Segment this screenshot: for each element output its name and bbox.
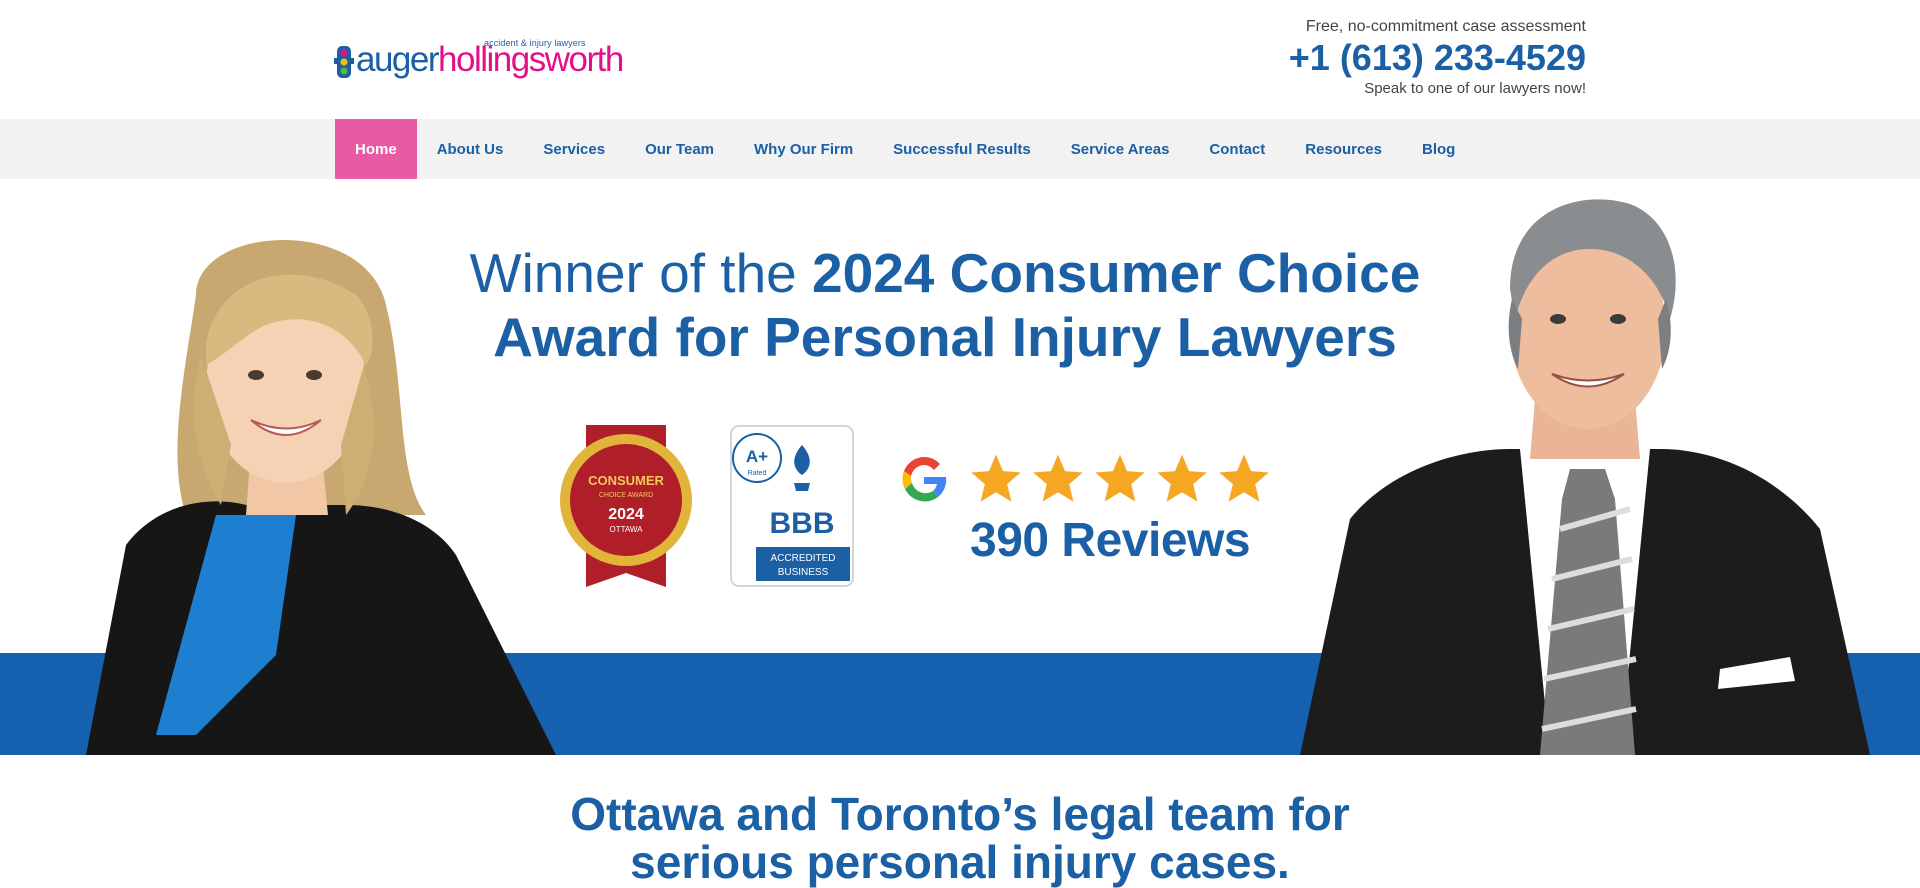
intro-heading-line2: serious personal injury cases. bbox=[630, 836, 1290, 888]
star-icon bbox=[1157, 454, 1207, 502]
logo-word-hollingsworth: hollingsworth bbox=[438, 40, 624, 79]
main-nav: Home About Us Services Our Team Why Our Firm… bbox=[0, 119, 1920, 179]
consumer-badge-city: OTTAWA bbox=[609, 525, 643, 534]
rating-stars bbox=[968, 451, 1272, 507]
nav-list: Home About Us Services Our Team Why Our Firm… bbox=[335, 119, 1475, 179]
nav-item-service-areas[interactable]: Service Areas bbox=[1051, 119, 1190, 179]
hero-headline-line1: Winner of the 2024 Consumer Choice bbox=[0, 241, 1890, 305]
traffic-light-icon bbox=[334, 46, 354, 78]
reviews-count: 390 Reviews bbox=[970, 514, 1251, 567]
star-icon bbox=[1219, 454, 1269, 502]
hero-headline-line2: Award for Personal Injury Lawyers bbox=[493, 306, 1397, 368]
bbb-accredited-line2: BUSINESS bbox=[778, 567, 829, 578]
nav-item-successful-results[interactable]: Successful Results bbox=[873, 119, 1051, 179]
intro-heading: Ottawa and Toronto’s legal team for seri… bbox=[0, 790, 1920, 886]
nav-item-about-us[interactable]: About Us bbox=[417, 119, 524, 179]
hero-banner: Winner of the 2024 Consumer Choice Award… bbox=[0, 179, 1920, 755]
consumer-badge-year: 2024 bbox=[608, 506, 644, 523]
site-header: accident & injury lawyers augerhollingsw… bbox=[0, 0, 1920, 119]
hero-headline-bold: 2024 Consumer Choice bbox=[812, 242, 1421, 304]
star-icon bbox=[971, 454, 1021, 502]
intro-heading-line1: Ottawa and Toronto’s legal team for bbox=[570, 788, 1350, 840]
bbb-accredited-line1: ACCREDITED bbox=[770, 553, 835, 564]
nav-item-our-team[interactable]: Our Team bbox=[625, 119, 734, 179]
nav-item-services[interactable]: Services bbox=[523, 119, 625, 179]
bbb-rating: A+ bbox=[746, 447, 768, 466]
star-icon bbox=[1033, 454, 1083, 502]
header-contact: Free, no-commitment case assessment +1 (… bbox=[1289, 18, 1586, 97]
bbb-name: BBB bbox=[770, 507, 835, 540]
bbb-rated-label: Rated bbox=[748, 470, 767, 477]
assessment-text: Free, no-commitment case assessment bbox=[1305, 18, 1586, 35]
bbb-accredited-badge: A+ Rated BBB ACCREDITED BUSINESS bbox=[730, 425, 854, 587]
google-reviews: 390 Reviews bbox=[896, 451, 1286, 571]
nav-item-resources[interactable]: Resources bbox=[1285, 119, 1402, 179]
nav-item-blog[interactable]: Blog bbox=[1402, 119, 1475, 179]
consumer-choice-award-badge: CONSUMER CHOICE AWARD 2024 OTTAWA bbox=[556, 425, 696, 587]
speak-text: Speak to one of our lawyers now! bbox=[1364, 79, 1586, 97]
logo-word-auger: auger bbox=[356, 40, 440, 79]
consumer-badge-line1: CONSUMER bbox=[588, 473, 664, 488]
site-logo[interactable]: accident & injury lawyers augerhollingsw… bbox=[334, 34, 624, 86]
phone-link[interactable]: +1 (613) 233-4529 bbox=[1289, 38, 1586, 78]
nav-item-contact[interactable]: Contact bbox=[1189, 119, 1285, 179]
google-g-icon bbox=[902, 457, 947, 502]
logo-wordmark: augerhollingsworth bbox=[356, 40, 624, 79]
hero-headline-prefix: Winner of the bbox=[469, 242, 813, 304]
consumer-badge-line2: CHOICE AWARD bbox=[599, 492, 653, 499]
nav-item-home[interactable]: Home bbox=[335, 119, 417, 179]
nav-item-why-our-firm[interactable]: Why Our Firm bbox=[734, 119, 873, 179]
star-icon bbox=[1095, 454, 1145, 502]
